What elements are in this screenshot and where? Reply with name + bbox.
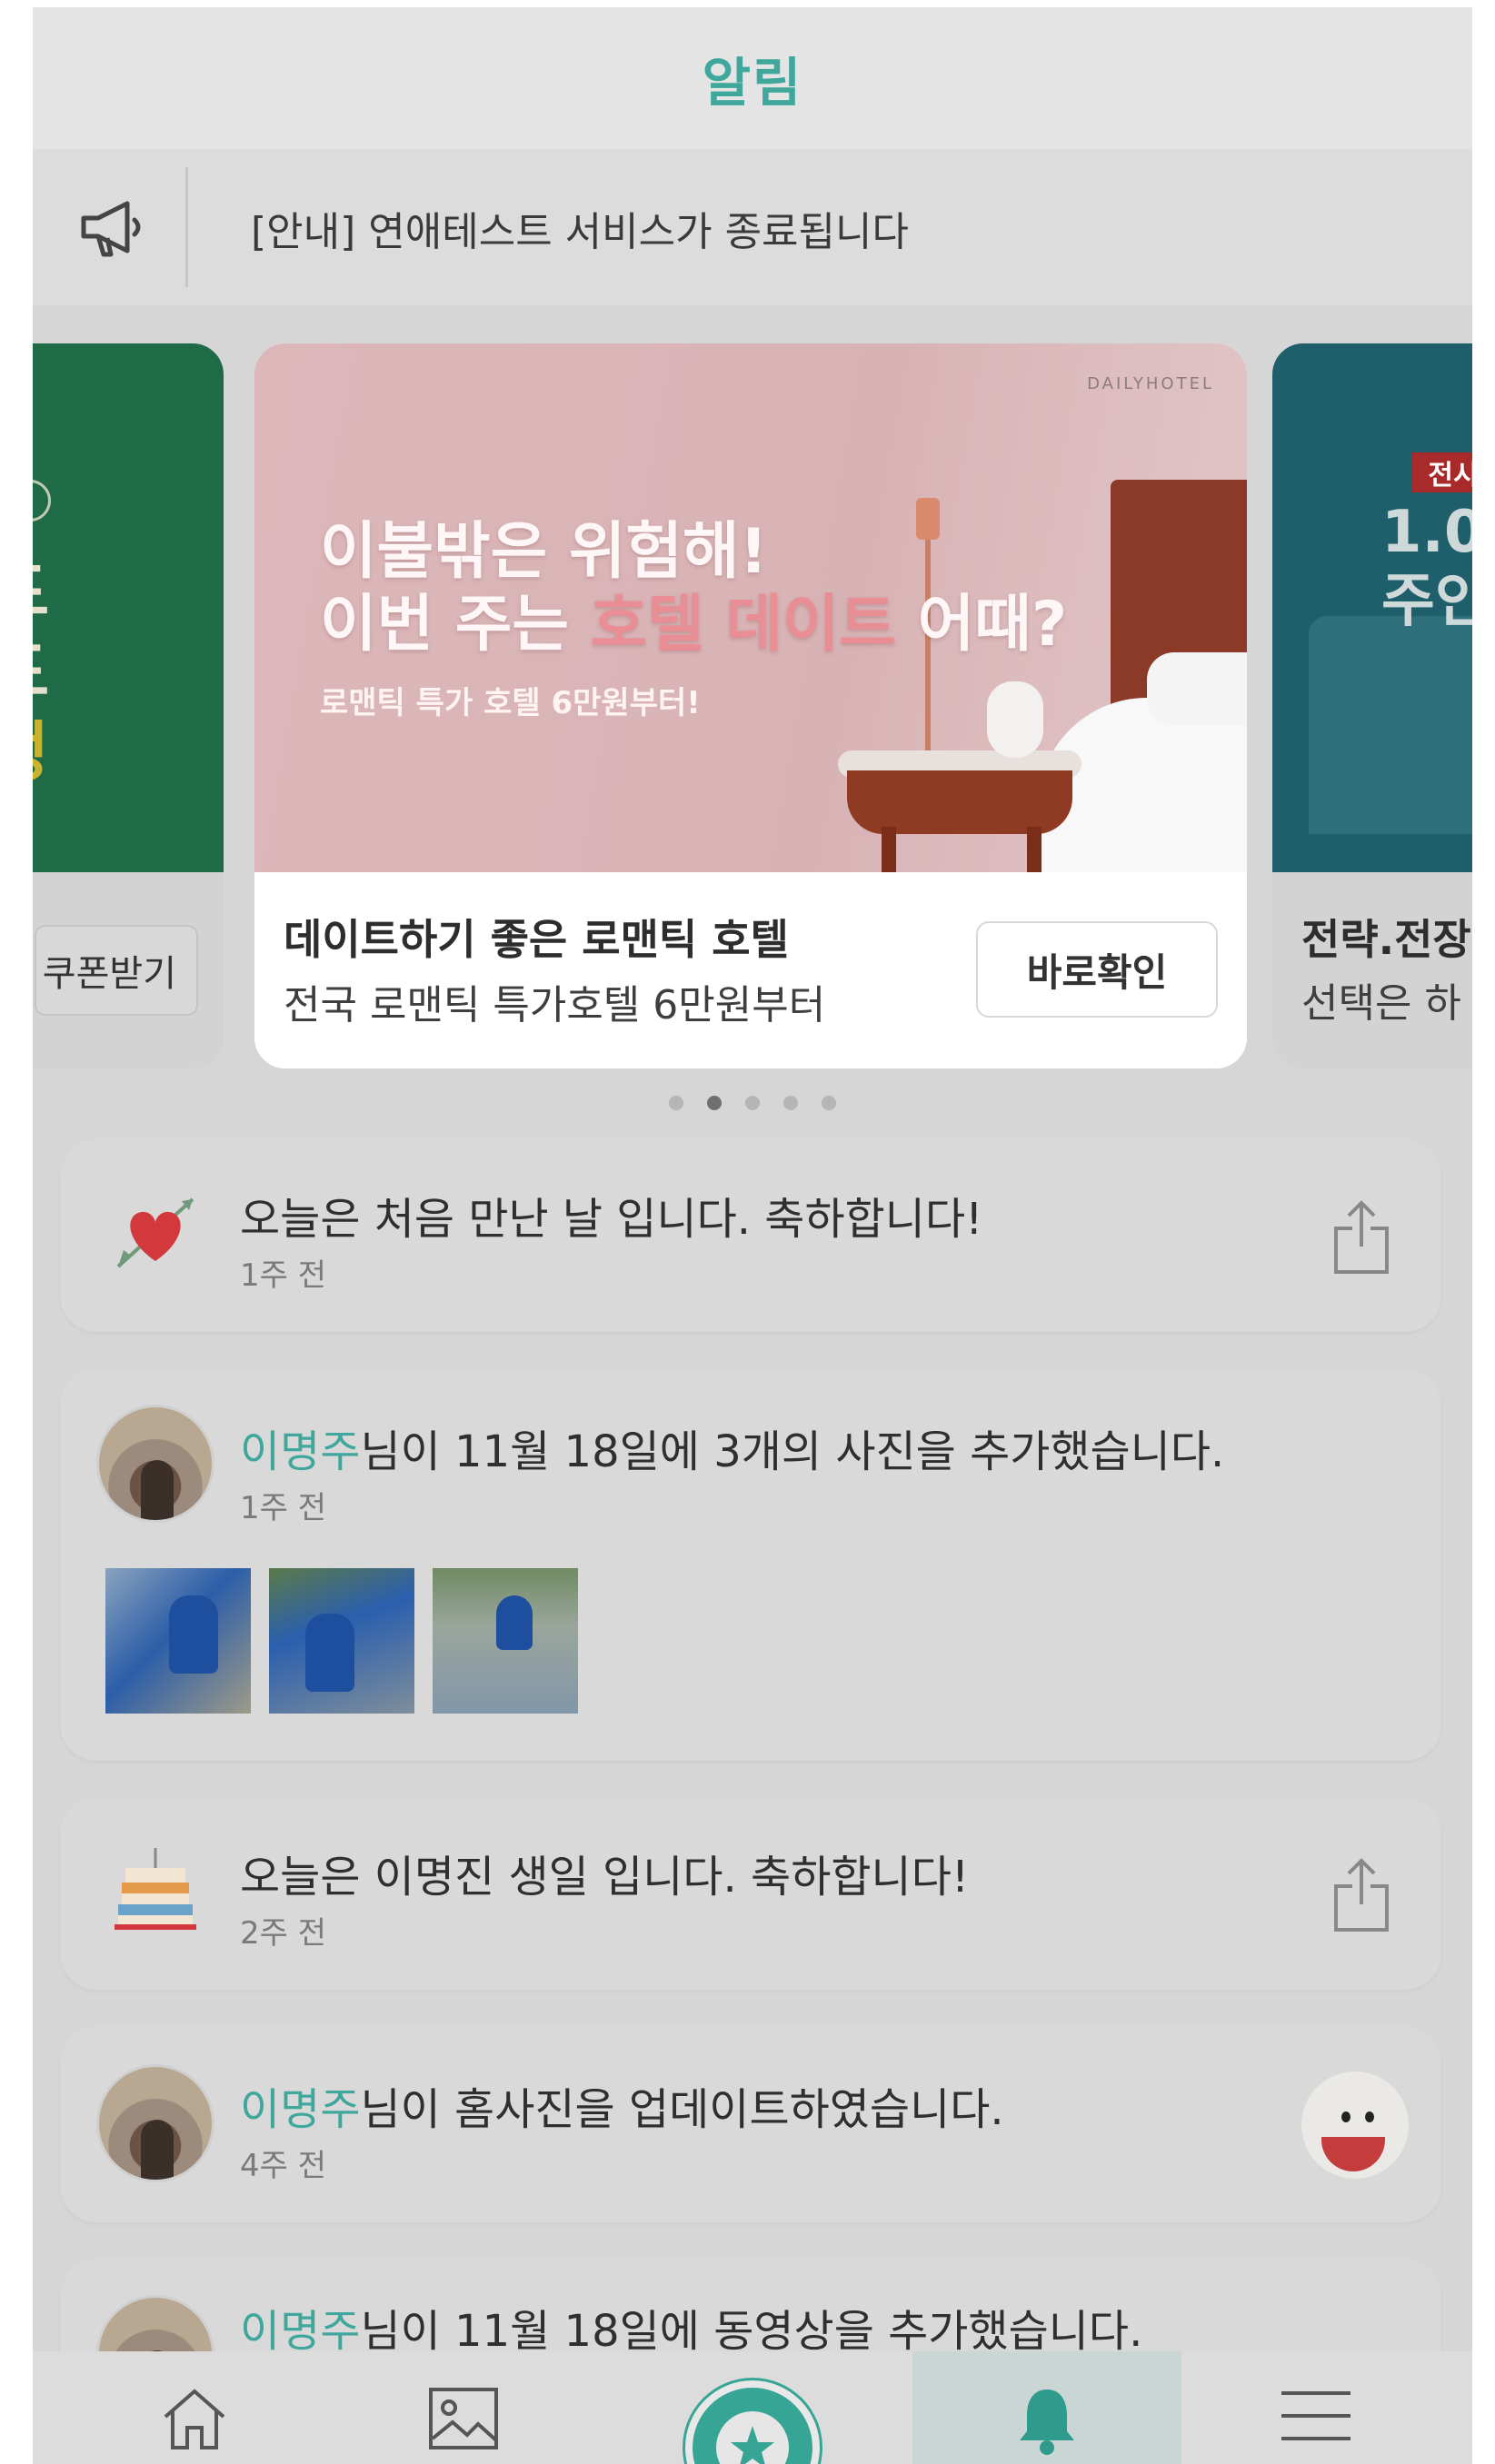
page-dot[interactable]	[669, 1096, 683, 1110]
notification-time: 4주 전	[240, 2148, 326, 2184]
banner-big-text: 1.0 주인	[1381, 499, 1472, 635]
megaphone-icon	[81, 201, 141, 257]
check-now-button[interactable]: 바로확인	[976, 921, 1218, 1018]
user-name[interactable]: 이명주	[240, 2084, 360, 2135]
nav-home[interactable]	[60, 2351, 329, 2464]
home-icon	[164, 2389, 225, 2449]
table-leg	[882, 827, 896, 872]
banner-card-left[interactable]: 드 도 정 쿠폰받기	[33, 343, 224, 1068]
banner-caption-title: 전략.전장	[1301, 915, 1471, 964]
banner-subheadline: 로맨틱 특가 호텔 6만원부터!	[320, 685, 701, 721]
user-name[interactable]: 이명주	[240, 1426, 360, 1477]
app-screen: 알림 [안내] 연애테스트 서비스가 종료됩니다 드 도 정 쿠폰받기	[33, 7, 1472, 2464]
page-dot[interactable]	[822, 1096, 836, 1110]
notification-message: 오늘은 처음 만난 날 입니다. 축하합니다!	[240, 1194, 983, 1245]
vase	[987, 681, 1043, 758]
home-photo-thumbnail[interactable]	[1301, 2072, 1409, 2179]
cake-icon	[115, 1848, 196, 1930]
notification-item[interactable]: 오늘은 처음 만난 날 입니다. 축하합니다! 1주 전	[60, 1139, 1441, 1332]
side-table	[847, 770, 1072, 834]
notification-message: 오늘은 이명진 생일 입니다. 축하합니다!	[240, 1852, 970, 1903]
photo-thumbnail[interactable]	[269, 1568, 414, 1714]
notification-item[interactable]: 이명주님이 홈사진을 업데이트하였습니다. 4주 전	[60, 2026, 1441, 2222]
notification-time: 1주 전	[240, 1257, 326, 1294]
castle-illustration	[1309, 616, 1472, 834]
page-dot[interactable]	[745, 1096, 760, 1110]
hotel-banner-image: DAILYHOTEL 이불밖은 위험해! 이번 주는 호텔 데이트 어때? 로맨…	[254, 343, 1247, 872]
banner-caption: 데이트하기 좋은 로맨틱 호텔 전국 로맨틱 특가호텔 6만원부터 바로확인	[254, 872, 1247, 1068]
notice-divider	[185, 167, 188, 287]
brand-logo: DAILYHOTEL	[1087, 374, 1214, 393]
bottom-navigation	[33, 2351, 1472, 2464]
banner-tag	[33, 480, 51, 522]
notification-item[interactable]: 이명주님이 11월 18일에 3개의 사진을 추가했습니다. 1주 전	[60, 1368, 1441, 1761]
title-bar: 알림	[33, 7, 1472, 149]
nav-gallery[interactable]	[329, 2351, 598, 2464]
menu-icon	[1281, 2391, 1350, 2440]
banner-badge: 전시	[1412, 452, 1472, 492]
user-name[interactable]: 이명주	[240, 2306, 360, 2357]
page-dot-active[interactable]	[707, 1096, 722, 1110]
banner-card-center[interactable]: DAILYHOTEL 이불밖은 위험해! 이번 주는 호텔 데이트 어때? 로맨…	[254, 343, 1247, 1068]
star-icon	[731, 2426, 774, 2464]
share-icon[interactable]	[1332, 1199, 1390, 1276]
banner-caption-sub: 선택은 하	[1301, 980, 1461, 1027]
photo-thumbnail[interactable]	[105, 1568, 251, 1714]
avatar[interactable]	[96, 1405, 214, 1523]
banner-caption-title: 데이트하기 좋은 로맨틱 호텔	[284, 915, 789, 964]
share-icon[interactable]	[1332, 1857, 1390, 1933]
notification-message: 이명주님이 홈사진을 업데이트하였습니다.	[240, 2084, 1004, 2135]
coupon-button[interactable]: 쿠폰받기	[35, 925, 198, 1016]
table-leg	[1027, 827, 1042, 872]
page-title: 알림	[702, 52, 803, 114]
banner-card-right[interactable]: 전시 1.0 주인 전략.전장 선택은 하	[1272, 343, 1472, 1068]
notification-message: 이명주님이 11월 18일에 동영상을 추가했습니다.	[240, 2306, 1143, 2357]
heart-arrow-icon	[116, 1197, 194, 1268]
banner-carousel[interactable]: 드 도 정 쿠폰받기 DAILYHOTEL 이	[33, 305, 1472, 1132]
nav-menu[interactable]	[1181, 2351, 1450, 2464]
notification-time: 1주 전	[240, 1490, 326, 1526]
pillow	[1147, 652, 1247, 725]
banner-headline: 이불밖은 위험해! 이번 주는 호텔 데이트 어때?	[320, 516, 1068, 661]
page-dot[interactable]	[783, 1096, 798, 1110]
gallery-icon	[429, 2388, 498, 2449]
nav-notifications[interactable]	[912, 2351, 1181, 2464]
carousel-pagination	[33, 1096, 1472, 1114]
notification-time: 2주 전	[240, 1915, 326, 1952]
banner-big-text: 드 도 정	[33, 552, 49, 792]
banner-image-left: 드 도 정	[33, 343, 224, 872]
bell-icon	[1020, 2389, 1074, 2455]
banner-caption-sub: 전국 로맨틱 특가호텔 6만원부터	[284, 982, 826, 1028]
notice-text[interactable]: [안내] 연애테스트 서비스가 종료됩니다	[251, 199, 909, 257]
banner-image-right: 전시 1.0 주인	[1272, 343, 1472, 872]
notice-bar[interactable]: [안내] 연애테스트 서비스가 종료됩니다	[33, 149, 1472, 305]
avatar[interactable]	[96, 2064, 214, 2182]
photo-thumbnail[interactable]	[433, 1568, 578, 1714]
notification-item[interactable]: 오늘은 이명진 생일 입니다. 축하합니다! 2주 전	[60, 1797, 1441, 1990]
notification-message: 이명주님이 11월 18일에 3개의 사진을 추가했습니다.	[240, 1426, 1225, 1477]
star-fab-button[interactable]	[685, 2380, 820, 2464]
